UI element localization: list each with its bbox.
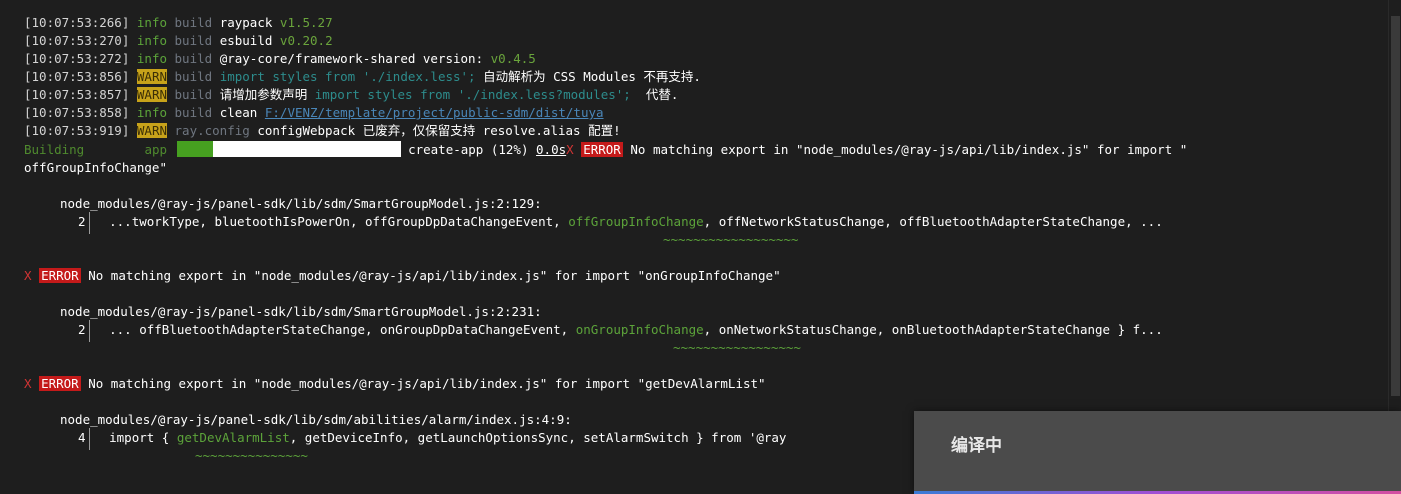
log-line: [10:07:53:919] WARN ray.config configWeb… — [24, 122, 621, 140]
error-message: No matching export in "node_modules/@ray… — [630, 142, 1188, 157]
log-module: build — [174, 87, 213, 102]
log-module: build — [174, 51, 213, 66]
timestamp: [10:07:53:270] — [24, 33, 130, 48]
log-module: build — [174, 33, 213, 48]
log-level: info — [136, 105, 167, 120]
timestamp: [10:07:53:919] — [24, 123, 130, 138]
error-squiggle: ~~~~~~~~~~~~~~~ — [195, 448, 308, 463]
error-line: X ERROR No matching export in "node_modu… — [24, 375, 766, 393]
error-message: No matching export in "node_modules/@ray… — [88, 376, 766, 391]
error-location: node_modules/@ray-js/panel-sdk/lib/sdm/S… — [60, 196, 542, 211]
error-location: node_modules/@ray-js/panel-sdk/lib/sdm/a… — [60, 412, 572, 427]
code-snippet: import styles from './index.less?modules… — [314, 87, 631, 102]
highlighted-symbol: offGroupInfoChange — [568, 214, 704, 229]
timestamp: [10:07:53:266] — [24, 15, 130, 30]
highlighted-symbol: onGroupInfoChange — [575, 322, 704, 337]
timestamp: [10:07:53:857] — [24, 87, 130, 102]
log-message: 代替. — [630, 87, 679, 102]
log-line: [10:07:53:857] WARN build 请增加参数声明 import… — [24, 86, 678, 104]
log-level: info — [136, 15, 167, 30]
config-key: configWebpack — [257, 123, 356, 138]
highlighted-symbol: getDevAlarmList — [176, 430, 290, 445]
package-version: v0.20.2 — [279, 33, 333, 48]
log-line: [10:07:53:272] info build @ray-core/fram… — [24, 50, 536, 68]
line-number: 2 — [78, 214, 86, 229]
error-badge: ERROR — [39, 376, 81, 391]
path-link[interactable]: F:/VENZ/template/project/public-sdm/dist… — [265, 105, 604, 120]
package-version: v0.4.5 — [490, 51, 536, 66]
log-message: 已废弃，仅保留支持 resolve.alias 配置! — [355, 123, 621, 138]
package-name: raypack — [219, 15, 273, 30]
error-x-icon: X — [24, 376, 32, 391]
log-module: ray.config — [174, 123, 250, 138]
error-x-icon: X — [24, 268, 32, 283]
warn-badge: WARN — [136, 69, 167, 84]
log-line: [10:07:53:856] WARN build import styles … — [24, 68, 701, 86]
build-progress-line: Building app create-app (12%) 0.0sX ERRO… — [24, 141, 1187, 159]
toast-title: 编译中 — [951, 436, 1002, 456]
log-line: [10:07:53:270] info build esbuild v0.20.… — [24, 32, 333, 50]
package-name: esbuild — [219, 33, 273, 48]
build-target: app — [144, 142, 168, 157]
build-time: 0.0s — [536, 142, 567, 157]
package-version: v1.5.27 — [279, 15, 333, 30]
error-line: X ERROR No matching export in "node_modu… — [24, 267, 781, 285]
log-module: build — [174, 15, 213, 30]
code-line: 2 ... offBluetoothAdapterStateChange, on… — [78, 320, 1163, 342]
log-message: 自动解析为 CSS Modules 不再支持. — [475, 69, 701, 84]
error-x-icon: X — [566, 142, 574, 157]
error-squiggle: ~~~~~~~~~~~~~~~~~ — [673, 340, 801, 355]
error-squiggle: ~~~~~~~~~~~~~~~~~~ — [663, 232, 799, 247]
log-level: info — [136, 33, 167, 48]
command-name: clean — [219, 105, 258, 120]
log-line: [10:07:53:858] info build clean F:/VENZ/… — [24, 104, 604, 122]
warn-badge: WARN — [136, 87, 167, 102]
error-message: No matching export in "node_modules/@ray… — [88, 268, 781, 283]
compiling-toast: 编译中 — [914, 411, 1401, 494]
building-label: Building — [24, 142, 85, 157]
line-number: 4 — [78, 430, 86, 445]
code-line: 4 import { getDevAlarmList, getDeviceInf… — [78, 428, 787, 450]
progress-bar-fill — [176, 141, 213, 157]
package-name: @ray-core/framework-shared version: — [219, 51, 484, 66]
error-message-continuation: offGroupInfoChange" — [24, 160, 167, 175]
error-badge: ERROR — [39, 268, 81, 283]
warn-badge: WARN — [136, 123, 167, 138]
line-number: 2 — [78, 322, 86, 337]
timestamp: [10:07:53:858] — [24, 105, 130, 120]
log-module: build — [174, 69, 213, 84]
scrollbar-thumb[interactable] — [1391, 16, 1400, 396]
error-location: node_modules/@ray-js/panel-sdk/lib/sdm/S… — [60, 304, 542, 319]
code-line: 2 ...tworkType, bluetoothIsPowerOn, offG… — [78, 212, 1163, 234]
log-level: info — [136, 51, 167, 66]
log-message: 请增加参数声明 — [219, 87, 315, 102]
log-module: build — [174, 105, 213, 120]
error-badge: ERROR — [581, 142, 623, 157]
timestamp: [10:07:53:272] — [24, 51, 130, 66]
log-line: [10:07:53:266] info build raypack v1.5.2… — [24, 14, 333, 32]
timestamp: [10:07:53:856] — [24, 69, 130, 84]
code-snippet: import styles from './index.less'; — [219, 69, 476, 84]
progress-bar-track — [212, 141, 401, 157]
build-task: create-app (12%) — [408, 142, 529, 157]
